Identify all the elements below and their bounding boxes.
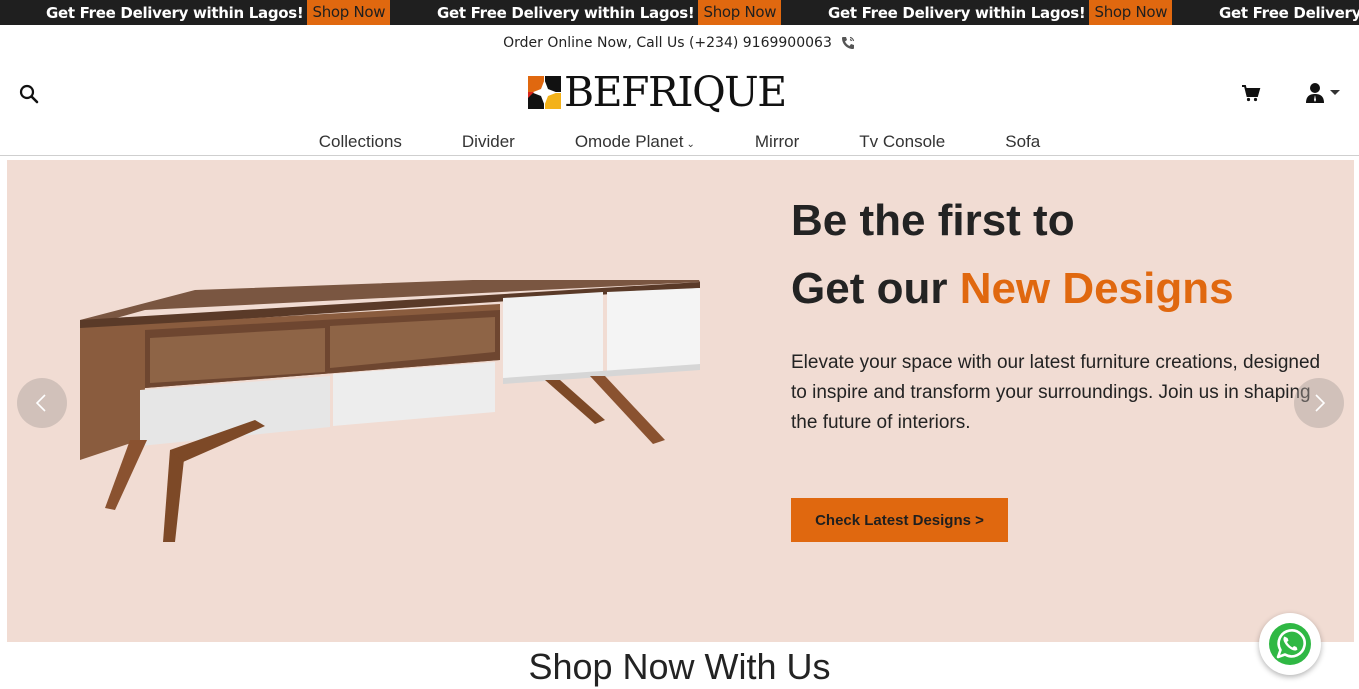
- account-menu[interactable]: [1304, 81, 1344, 105]
- hero-slider: Be the first to Get our New Designs Elev…: [7, 160, 1354, 642]
- nav-item-collections[interactable]: Collections: [289, 128, 432, 156]
- phone-icon[interactable]: [840, 35, 856, 51]
- promo-item: Get Free Delivery: [1219, 0, 1359, 25]
- slider-prev-button[interactable]: [17, 378, 67, 428]
- promo-text: Get Free Delivery within Lagos!: [46, 3, 304, 22]
- caret-down-icon: [1330, 90, 1340, 95]
- contact-text: Order Online Now, Call Us (+234) 9169900…: [503, 35, 832, 51]
- nav-item-label: Omode Planet: [574, 132, 684, 151]
- nav-item-mirror[interactable]: Mirror: [725, 128, 829, 156]
- main-nav: Collections Divider Omode Planet ⌄ Mirror…: [0, 128, 1359, 156]
- hero-title-line1: Be the first to: [791, 196, 1075, 245]
- logo-mark-icon: [528, 75, 561, 109]
- promo-text: Get Free Delivery: [1219, 3, 1359, 22]
- slider-next-button[interactable]: [1294, 378, 1344, 428]
- cart-icon[interactable]: [1240, 82, 1262, 104]
- user-icon: [1306, 83, 1324, 103]
- check-latest-designs-button[interactable]: Check Latest Designs >: [791, 498, 1008, 542]
- promo-marquee: Get Free Delivery within Lagos! Shop Now…: [0, 0, 1359, 25]
- chevron-right-icon: [1315, 394, 1326, 412]
- nav-item-tv-console[interactable]: Tv Console: [829, 128, 975, 156]
- chevron-down-icon: ⌄: [686, 139, 695, 150]
- promo-text: Get Free Delivery within Lagos!: [437, 3, 695, 22]
- nav-item-sofa[interactable]: Sofa: [975, 128, 1070, 156]
- header-divider: [0, 155, 1359, 156]
- shop-now-button[interactable]: Shop Now: [307, 0, 391, 25]
- hero-title-prefix: Get our: [791, 264, 960, 313]
- tv-console-image: [80, 280, 700, 542]
- nav-item-divider[interactable]: Divider: [432, 128, 545, 156]
- hero-title-accent: New Designs: [959, 264, 1234, 313]
- whatsapp-chat-button[interactable]: [1259, 613, 1321, 675]
- promo-text: Get Free Delivery within Lagos!: [828, 3, 1086, 22]
- search-icon[interactable]: [18, 83, 40, 105]
- hero-title-line2: Get our New Designs: [791, 264, 1234, 314]
- hero-description: Elevate your space with our latest furni…: [791, 352, 1321, 433]
- section-title: Shop Now With Us: [528, 646, 831, 687]
- promo-item: Get Free Delivery within Lagos! Shop Now: [46, 0, 391, 25]
- promo-item: Get Free Delivery within Lagos! Shop Now: [828, 0, 1173, 25]
- shop-now-button[interactable]: Shop Now: [1089, 0, 1173, 25]
- chevron-left-icon: [35, 394, 46, 412]
- logo-text: BEFRIQUE: [564, 68, 787, 116]
- promo-item: Get Free Delivery within Lagos! Shop Now: [437, 0, 782, 25]
- contact-line: Order Online Now, Call Us (+234) 9169900…: [0, 25, 1359, 61]
- whatsapp-icon: [1269, 623, 1311, 665]
- nav-item-omode-planet[interactable]: Omode Planet ⌄: [545, 128, 725, 156]
- site-logo[interactable]: BEFRIQUE: [528, 66, 787, 118]
- shop-now-button[interactable]: Shop Now: [698, 0, 782, 25]
